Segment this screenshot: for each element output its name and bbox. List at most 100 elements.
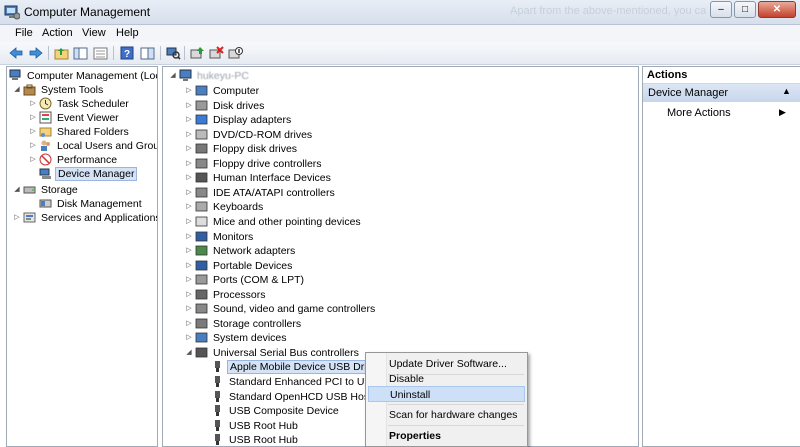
console-tree-pane: Computer Management (Local ◢ System Tool… <box>6 66 158 447</box>
dvd-drive-icon <box>195 129 208 140</box>
menu-file[interactable]: File <box>15 27 33 39</box>
event-viewer-icon <box>39 111 52 124</box>
back-arrow-icon[interactable] <box>8 45 24 61</box>
toolbox-icon <box>23 84 36 96</box>
menu-action[interactable]: Action <box>42 27 73 39</box>
expand-arrow-icon[interactable]: ▷ <box>185 171 193 185</box>
collapse-arrow-icon[interactable]: ◢ <box>13 183 21 197</box>
uninstall-icon[interactable] <box>208 45 224 61</box>
disable-menu-item[interactable]: Disable <box>368 371 525 387</box>
actions-title: Actions <box>647 69 688 81</box>
properties-pane-icon[interactable] <box>139 45 155 61</box>
expand-arrow-icon[interactable]: ▷ <box>185 157 193 171</box>
performance-icon <box>39 153 52 166</box>
device-category-label: System devices <box>213 332 287 345</box>
expand-arrow-icon[interactable]: ▷ <box>185 273 193 287</box>
ide-controller-icon <box>195 187 208 198</box>
expand-arrow-icon[interactable]: ▷ <box>185 99 193 113</box>
expand-arrow-icon[interactable]: ▷ <box>29 153 37 167</box>
device-category-label: Disk drives <box>213 99 265 112</box>
users-icon <box>41 140 50 151</box>
uninstall-menu-item[interactable]: Uninstall <box>368 386 525 402</box>
expand-arrow-icon[interactable]: ▷ <box>185 230 193 244</box>
expand-arrow-icon[interactable]: ▷ <box>29 139 37 153</box>
storage-controller-icon <box>195 318 208 329</box>
console-tree-icon[interactable] <box>72 45 88 61</box>
expand-arrow-icon[interactable]: ▷ <box>185 331 193 345</box>
disable-device-icon[interactable] <box>227 45 243 61</box>
menu-view[interactable]: View <box>82 27 106 39</box>
actions-header: Actions <box>643 67 800 84</box>
svg-text:?: ? <box>124 49 130 60</box>
tree-item-computer-management[interactable]: Computer Management (Local <box>9 69 158 83</box>
collapse-arrow-icon[interactable]: ◢ <box>169 69 177 83</box>
expand-arrow-icon[interactable]: ▷ <box>185 200 193 214</box>
expand-arrow-icon[interactable]: ▷ <box>185 317 193 331</box>
scan-hardware-icon[interactable] <box>165 45 181 61</box>
menu-item-label: Scan for hardware changes <box>389 409 518 421</box>
expand-arrow-icon[interactable]: ▷ <box>29 97 37 111</box>
clock-icon <box>39 97 52 110</box>
device-category-label: DVD/CD-ROM drives <box>213 128 313 141</box>
forward-arrow-icon[interactable] <box>28 45 44 61</box>
device-category-label: Ports (COM & LPT) <box>213 274 305 287</box>
device-category-label: Sound, video and game controllers <box>213 303 376 316</box>
network-adapter-icon <box>195 245 208 256</box>
expand-arrow-icon[interactable]: ▷ <box>185 113 193 127</box>
update-driver-icon[interactable] <box>189 45 205 61</box>
collapse-arrow-icon[interactable]: ◢ <box>185 346 193 360</box>
floppy-disk-icon <box>195 143 208 154</box>
view-icon[interactable] <box>92 45 108 61</box>
usb-device-label: USB Root Hub <box>229 419 298 432</box>
tree-label: Computer Management (Local <box>27 70 158 82</box>
background-text: Apart from the above-mentioned, you ca <box>510 5 707 17</box>
expand-arrow-icon[interactable]: ▷ <box>13 211 21 225</box>
device-category-label: Keyboards <box>213 201 264 214</box>
collapse-arrow-icon[interactable]: ◢ <box>13 83 21 97</box>
expand-arrow-icon[interactable]: ▷ <box>185 186 193 200</box>
disk-management-icon <box>39 199 52 208</box>
maximize-button[interactable]: □ <box>734 1 756 18</box>
expand-arrow-icon[interactable]: ▷ <box>29 111 37 125</box>
tree-label: Services and Applications <box>41 212 158 224</box>
device-category-label: Storage controllers <box>213 317 302 330</box>
expand-arrow-icon[interactable]: ▷ <box>185 84 193 98</box>
tree-label: Device Manager <box>55 167 138 181</box>
device-category-label: Processors <box>213 288 266 301</box>
more-actions-link[interactable]: More Actions <box>667 107 731 119</box>
menu-help[interactable]: Help <box>116 27 139 39</box>
expand-arrow-icon[interactable]: ▷ <box>185 288 193 302</box>
submenu-arrow-icon: ▶ <box>779 107 786 117</box>
actions-section-device-manager[interactable]: Device Manager ▲ <box>643 84 800 102</box>
expand-arrow-icon[interactable]: ▷ <box>185 302 193 316</box>
expand-arrow-icon[interactable]: ▷ <box>185 142 193 156</box>
help-icon[interactable]: ? <box>119 45 135 61</box>
properties-menu-item[interactable]: Properties <box>368 428 525 444</box>
tree-label: System Tools <box>41 84 104 96</box>
expand-arrow-icon[interactable]: ▷ <box>185 259 193 273</box>
minimize-button[interactable]: – <box>710 1 732 18</box>
update-driver-menu-item[interactable]: Update Driver Software... <box>368 356 525 372</box>
tree-label: Disk Management <box>57 198 142 210</box>
expand-arrow-icon[interactable]: ▷ <box>185 128 193 142</box>
up-folder-icon[interactable] <box>53 45 69 61</box>
close-button[interactable]: ✕ <box>758 1 796 18</box>
context-menu: Update Driver Software... Disable Uninst… <box>365 352 528 447</box>
display-adapter-icon <box>195 114 208 125</box>
device-category-label: Human Interface Devices <box>213 172 331 185</box>
port-icon <box>195 274 208 285</box>
collapse-up-icon[interactable]: ▲ <box>782 86 791 96</box>
expand-arrow-icon[interactable]: ▷ <box>29 125 37 139</box>
portable-device-icon <box>195 260 208 270</box>
usb-plug-icon <box>215 405 220 417</box>
tree-label: Local Users and Groups <box>57 140 157 152</box>
device-category-label: Mice and other pointing devices <box>213 215 361 228</box>
tree-label: Storage <box>41 184 78 196</box>
storage-icon <box>23 186 36 194</box>
menu-bar: File Action View Help <box>0 25 800 42</box>
scan-hardware-menu-item[interactable]: Scan for hardware changes <box>368 407 525 423</box>
expand-arrow-icon[interactable]: ▷ <box>185 244 193 258</box>
sound-icon <box>195 303 208 314</box>
tree-label: Shared Folders <box>57 126 129 138</box>
expand-arrow-icon[interactable]: ▷ <box>185 215 193 229</box>
